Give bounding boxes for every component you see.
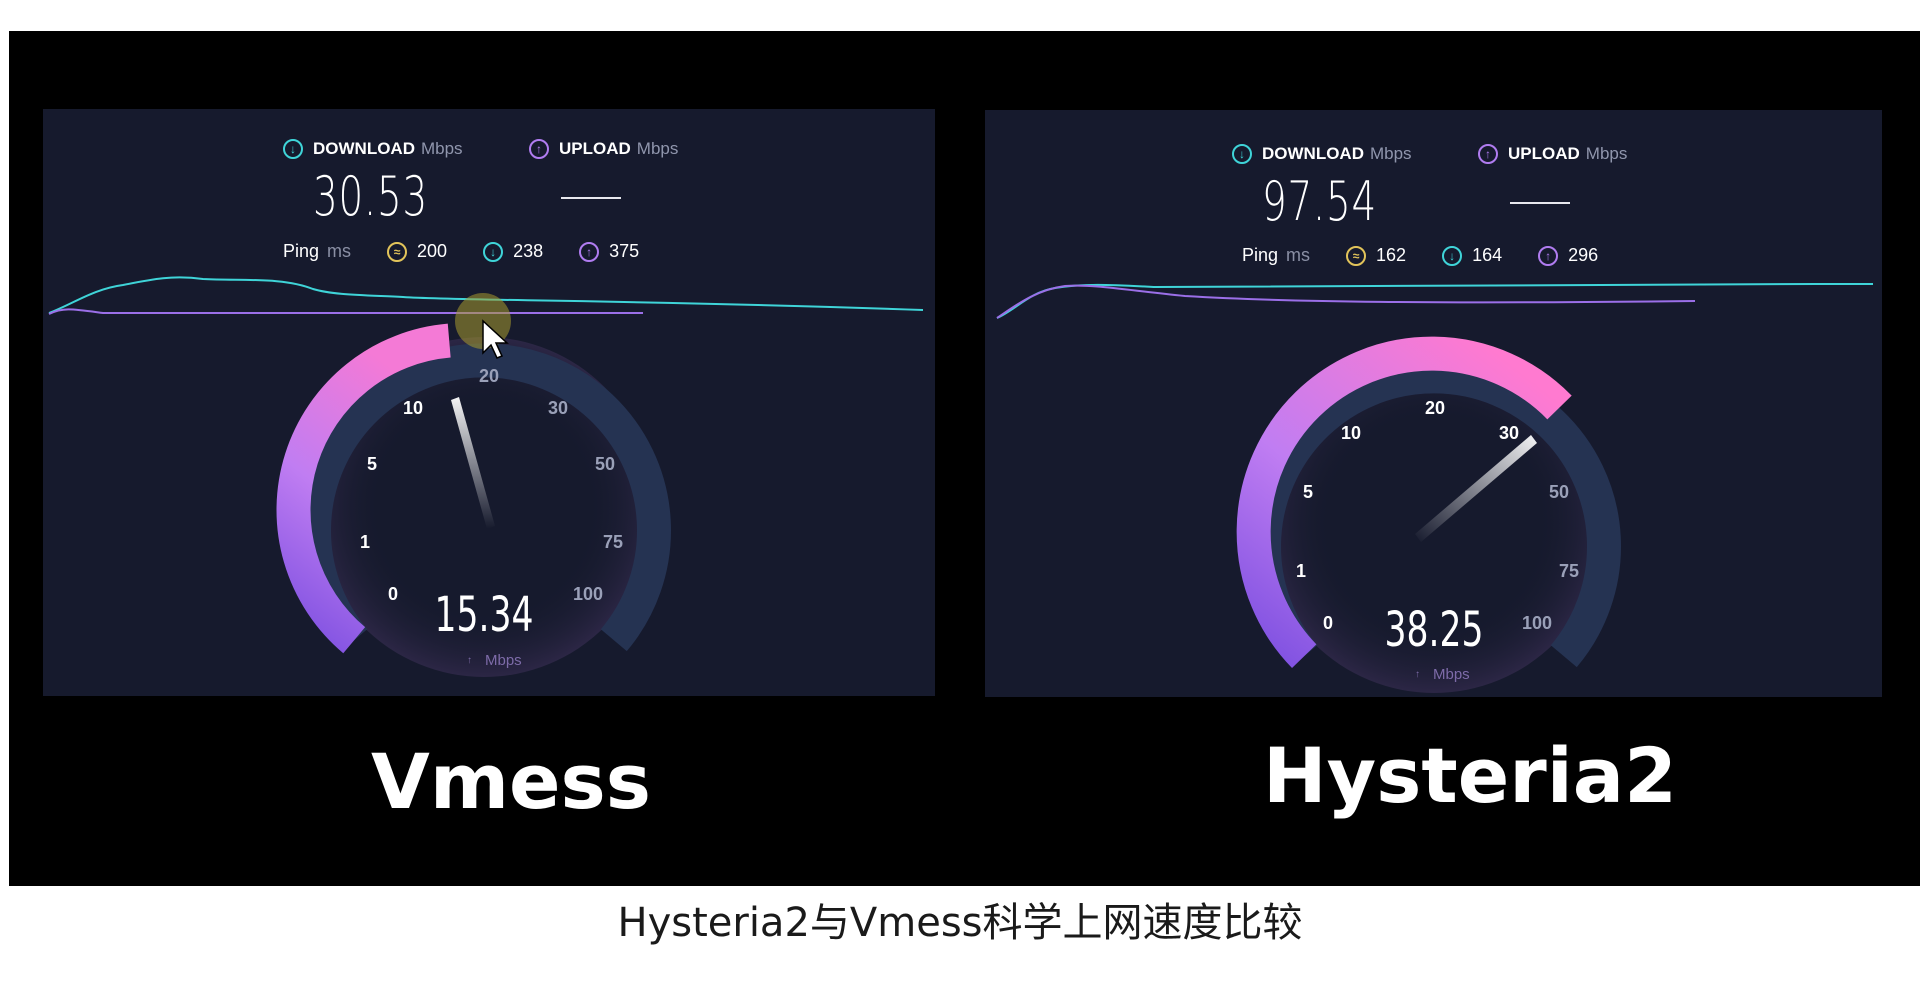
gauge-tick: 0	[1323, 613, 1333, 633]
gauge-tick: 30	[548, 398, 568, 418]
gauge-tick: 1	[360, 532, 370, 552]
arrow-down-circle-icon: ↓	[1442, 245, 1463, 266]
ping-upload-value: 296	[1568, 245, 1599, 265]
ping-label: Ping	[283, 241, 320, 261]
gauge-tick: 75	[603, 532, 623, 552]
upload-graph-line	[996, 284, 1696, 319]
gauge-tick: 50	[1549, 482, 1569, 502]
arrow-up-circle-icon: ↑	[529, 139, 549, 159]
download-label-text: DOWNLOAD	[1262, 144, 1364, 163]
upload-label: ↑ UPLOAD Mbps	[1478, 144, 1627, 164]
gauge-unit: ↑ Mbps	[461, 652, 522, 669]
gauge-tick: 30	[1499, 423, 1519, 443]
upload-metric: ↑ UPLOAD Mbps	[1478, 144, 1627, 204]
ping-row: Ping ms ≈ 200 ↓ 238 ↑ 375	[283, 241, 675, 262]
speedtest-panel-vmess: 0 1 5 10 20 30 50 75 100 ↓ DOWNLOAD Mbps…	[43, 109, 935, 696]
ping-idle-value: 162	[1376, 245, 1407, 265]
gauge-tick: 5	[1303, 482, 1313, 502]
gauge-tick: 100	[1522, 613, 1552, 633]
upload-graph-line	[48, 308, 644, 315]
upload-label: ↑ UPLOAD Mbps	[529, 139, 678, 159]
download-unit: Mbps	[1369, 144, 1412, 163]
upload-value-dash	[561, 197, 621, 199]
arrow-up-circle-icon: ↑	[1478, 144, 1498, 164]
upload-metric: ↑ UPLOAD Mbps	[529, 139, 678, 199]
video-frame: 0 1 5 10 20 30 50 75 100 ↓ DOWNLOAD Mbps…	[9, 31, 1920, 886]
gauge-tick: 10	[403, 398, 423, 418]
gauge-tick: 50	[595, 454, 615, 474]
ping-download-value: 238	[513, 241, 544, 261]
ping-unit: ms	[327, 241, 352, 261]
gauge-tick: 1	[1296, 561, 1306, 581]
protocol-label-vmess: Vmess	[371, 737, 652, 826]
gauge-unit: ↑ Mbps	[1409, 666, 1470, 683]
arrow-up-circle-icon: ↑	[579, 241, 600, 262]
download-unit: Mbps	[420, 139, 463, 158]
gauge-value: 15.34	[434, 587, 534, 643]
gauge-tick: 20	[1425, 398, 1445, 418]
download-metric: ↓ DOWNLOAD Mbps 30.53	[283, 139, 473, 228]
speedtest-panel-hysteria2: 0 1 5 10 20 30 50 75 100 ↓ DOWNLOAD Mbps…	[985, 110, 1882, 697]
figure-caption: Hysteria2与Vmess科学上网速度比较	[617, 900, 1303, 946]
download-label: ↓ DOWNLOAD Mbps	[1232, 144, 1422, 164]
upload-label-text: UPLOAD	[559, 139, 631, 158]
gauge-unit-text: Mbps	[485, 652, 522, 669]
gauge-value: 38.25	[1384, 602, 1484, 658]
ping-unit: ms	[1286, 245, 1311, 265]
ping-circle-icon: ≈	[1346, 245, 1367, 266]
arrow-up-circle-icon: ↑	[467, 655, 472, 666]
gauge-tick: 100	[573, 584, 603, 604]
download-label: ↓ DOWNLOAD Mbps	[283, 139, 473, 159]
arrow-up-circle-icon: ↑	[1415, 669, 1420, 680]
arrow-down-circle-icon: ↓	[1232, 144, 1252, 164]
protocol-label-hysteria2: Hysteria2	[1263, 731, 1677, 820]
download-value: 97.54	[1262, 170, 1377, 233]
ping-circle-icon: ≈	[387, 241, 408, 262]
ping-upload-value: 375	[609, 241, 640, 261]
upload-unit: Mbps	[636, 139, 679, 158]
download-value: 30.53	[313, 165, 428, 228]
gauge-tick: 20	[479, 366, 499, 386]
download-metric: ↓ DOWNLOAD Mbps 97.54	[1232, 144, 1422, 233]
ping-download-value: 164	[1472, 245, 1503, 265]
arrow-down-circle-icon: ↓	[283, 139, 303, 159]
ping-row: Ping ms ≈ 162 ↓ 164 ↑ 296	[1242, 245, 1634, 266]
upload-unit: Mbps	[1585, 144, 1628, 163]
arrow-down-circle-icon: ↓	[483, 241, 504, 262]
arrow-up-circle-icon: ↑	[1538, 245, 1559, 266]
gauge-tick: 10	[1341, 423, 1361, 443]
gauge-tick: 5	[367, 454, 377, 474]
gauge-tick: 0	[388, 584, 398, 604]
upload-value-dash	[1510, 202, 1570, 204]
download-label-text: DOWNLOAD	[313, 139, 415, 158]
upload-label-text: UPLOAD	[1508, 144, 1580, 163]
ping-label: Ping	[1242, 245, 1279, 265]
gauge-tick: 75	[1559, 561, 1579, 581]
ping-idle-value: 200	[417, 241, 448, 261]
gauge-unit-text: Mbps	[1433, 666, 1470, 683]
